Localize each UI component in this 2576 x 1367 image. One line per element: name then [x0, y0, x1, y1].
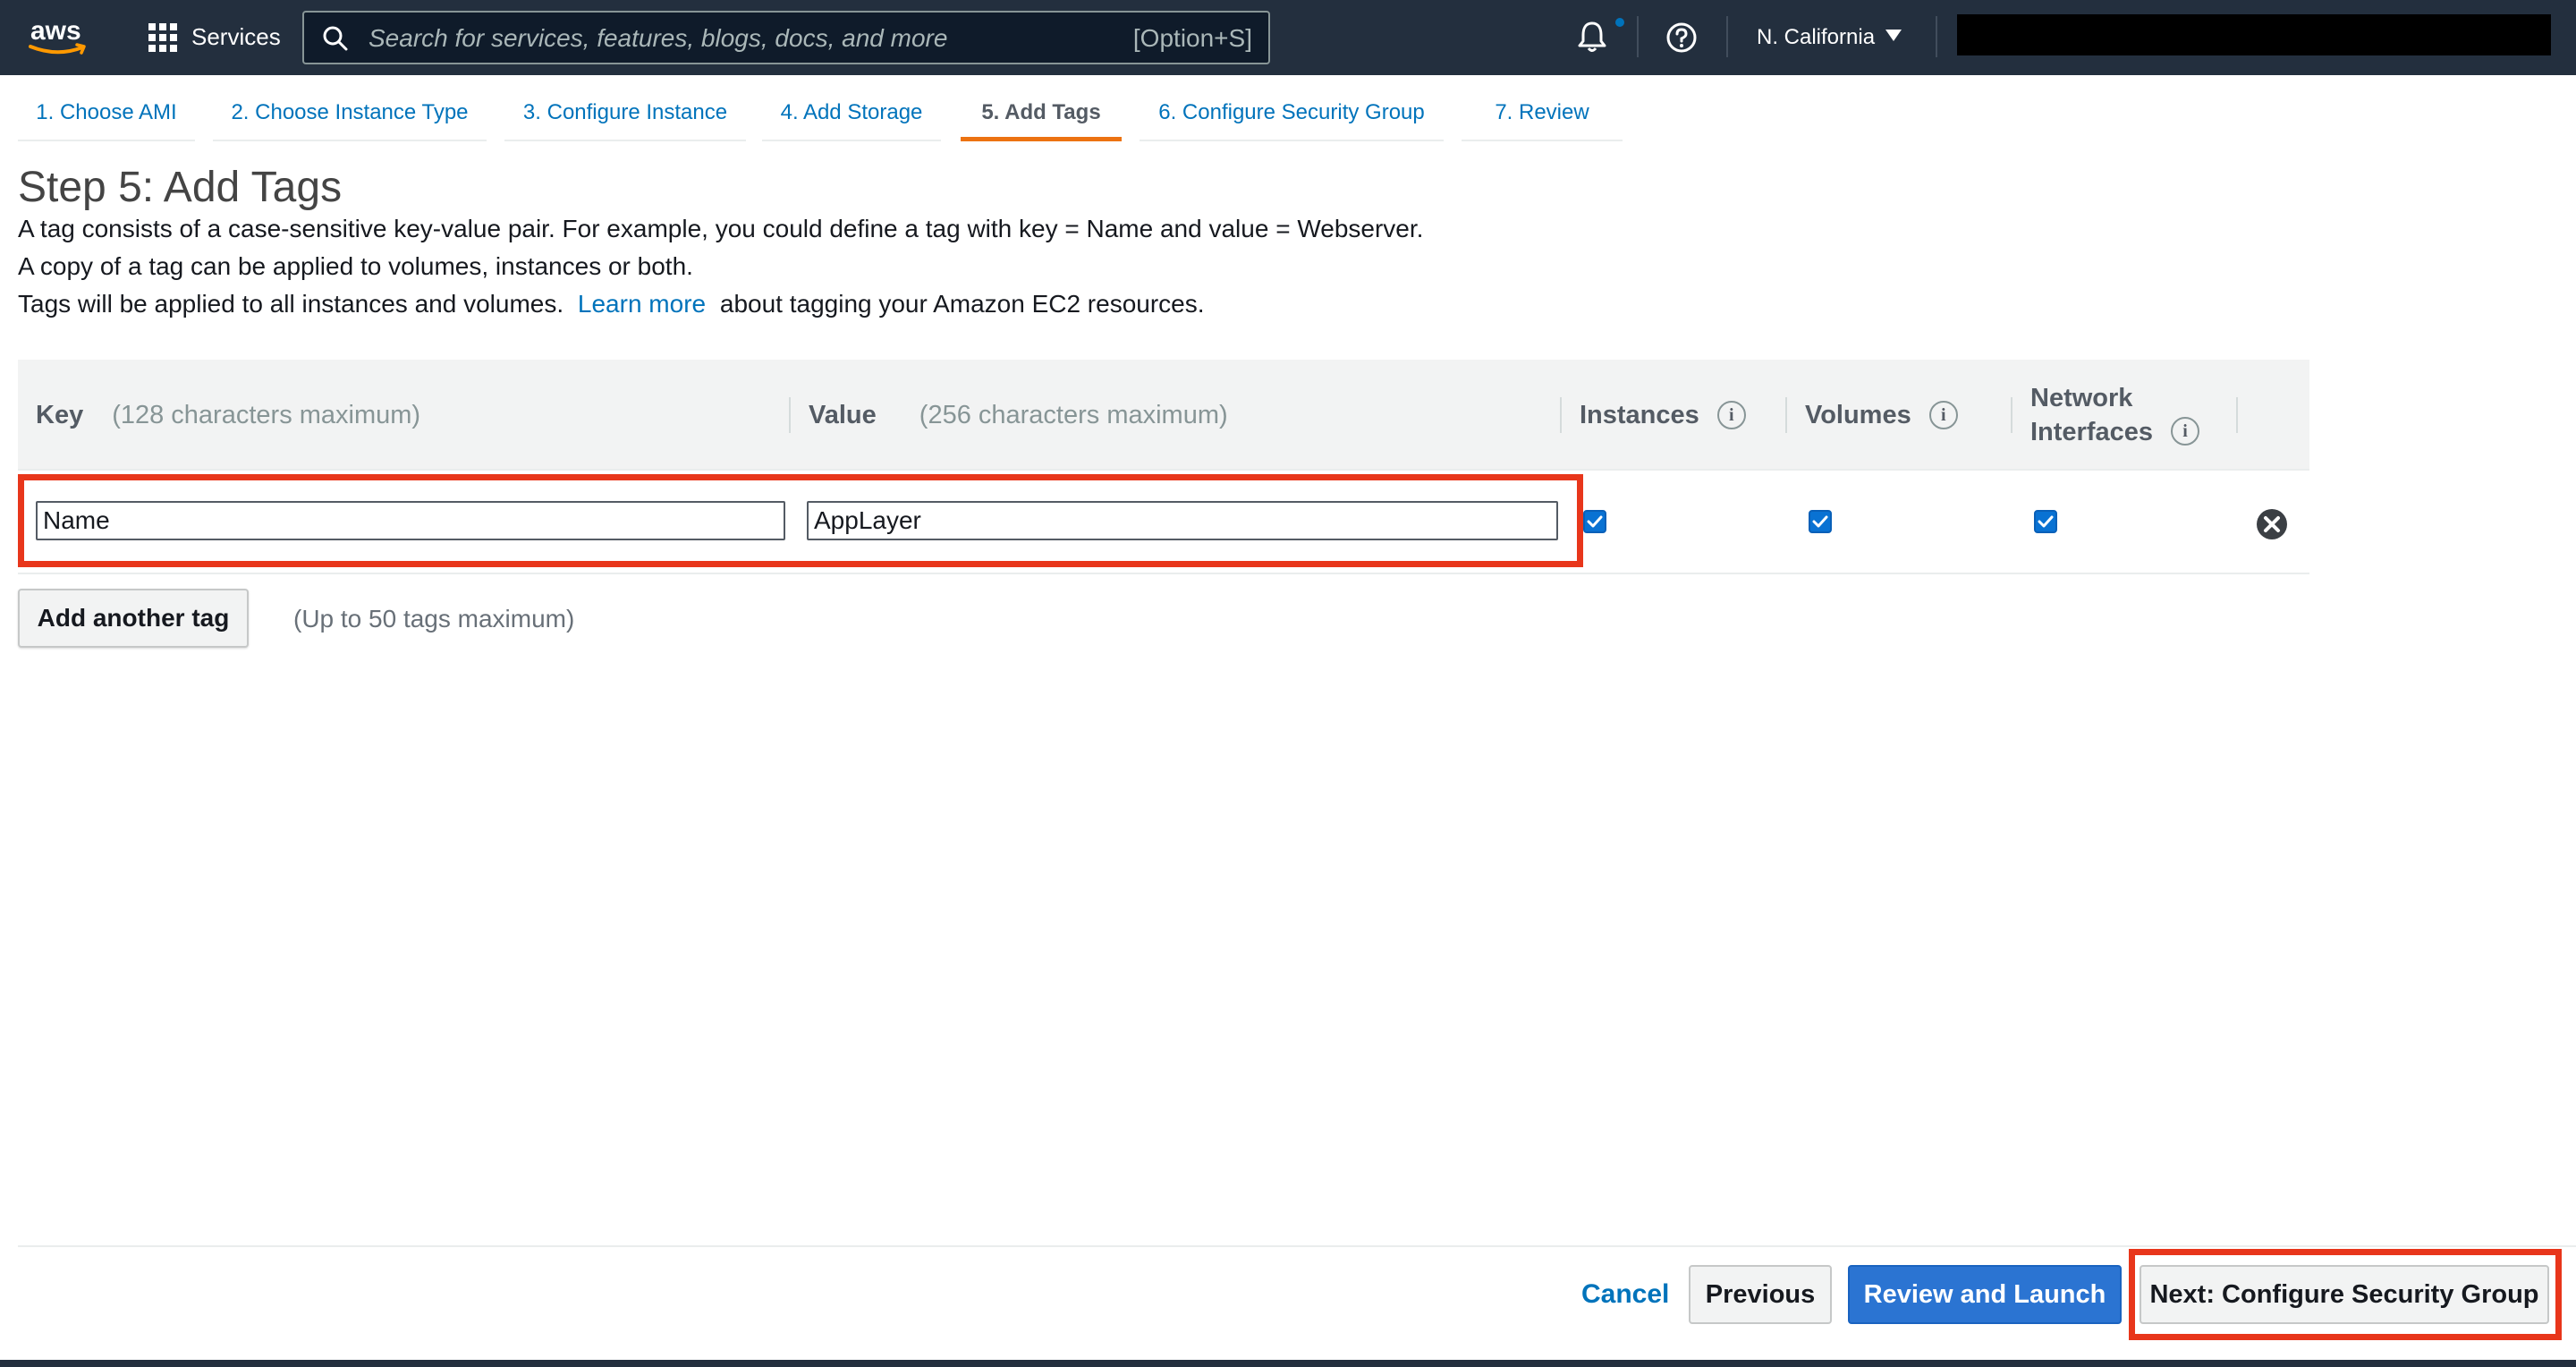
description-line-1: A tag consists of a case-sensitive key-v…: [18, 215, 1424, 242]
account-menu-redacted[interactable]: [1957, 14, 2551, 55]
grid-icon[interactable]: [148, 23, 177, 52]
instances-checkbox[interactable]: [1583, 510, 1606, 533]
tab-configure-security-group[interactable]: 6. Configure Security Group: [1140, 75, 1444, 141]
network-interfaces-checkbox[interactable]: [2034, 510, 2057, 533]
column-divider: [1560, 397, 1562, 433]
tags-table-header: Key (128 characters maximum) Value (256 …: [18, 360, 2309, 471]
services-menu-button[interactable]: Services: [191, 21, 281, 52]
network-interfaces-column-header: Network Interfaces i: [2030, 360, 2200, 471]
nav-divider: [1936, 16, 1937, 57]
footer-divider: [18, 1245, 2576, 1247]
key-header-label: Key: [36, 400, 84, 429]
cancel-link[interactable]: Cancel: [1581, 1279, 1669, 1310]
column-divider: [2011, 397, 2012, 433]
region-selector[interactable]: N. California: [1757, 23, 1902, 52]
checkmark-icon: [2038, 515, 2054, 528]
search-placeholder: Search for services, features, blogs, do…: [369, 24, 948, 52]
search-input[interactable]: Search for services, features, blogs, do…: [302, 11, 1270, 64]
search-shortcut-hint: [Option+S]: [1132, 24, 1252, 52]
volumes-column-header: Volumes i: [1805, 360, 1958, 471]
value-header-label: Value: [809, 400, 877, 429]
network-interfaces-header-label: Network Interfaces: [2030, 381, 2153, 449]
column-divider: [1785, 397, 1787, 433]
value-header-hint: (256 characters maximum): [919, 400, 1228, 429]
column-divider: [789, 397, 791, 433]
checkmark-icon: [1587, 515, 1603, 528]
notification-dot: [1615, 18, 1624, 27]
bell-icon[interactable]: [1576, 20, 1608, 54]
tab-add-tags[interactable]: 5. Add Tags: [961, 75, 1122, 141]
aws-smile-icon: [29, 43, 86, 55]
add-another-tag-button[interactable]: Add another tag: [18, 589, 249, 648]
checkmark-icon: [1812, 515, 1828, 528]
info-icon[interactable]: i: [1716, 401, 1746, 429]
tags-max-note: (Up to 50 tags maximum): [293, 605, 575, 633]
description-line-3-start: Tags will be applied to all instances an…: [18, 290, 564, 318]
tab-choose-ami[interactable]: 1. Choose AMI: [18, 75, 195, 141]
page-title: Step 5: Add Tags: [18, 164, 343, 211]
bottom-bar: [0, 1360, 2576, 1367]
highlight-box-next-button: [2129, 1249, 2562, 1340]
wizard-steps: 1. Choose AMI 2. Choose Instance Type 3.…: [0, 75, 2576, 143]
remove-tag-icon[interactable]: [2254, 506, 2290, 542]
description-line-3-end: about tagging your Amazon EC2 resources.: [719, 290, 1205, 318]
instances-header-label: Instances: [1580, 400, 1699, 429]
description-line-3: Tags will be applied to all instances an…: [18, 288, 1205, 320]
value-column-header: Value (256 characters maximum): [809, 360, 1228, 471]
tab-add-storage[interactable]: 4. Add Storage: [762, 75, 941, 141]
previous-button[interactable]: Previous: [1689, 1265, 1832, 1324]
info-icon[interactable]: i: [2171, 417, 2200, 446]
tab-review[interactable]: 7. Review: [1462, 75, 1623, 141]
description-line-2: A copy of a tag can be applied to volume…: [18, 252, 693, 280]
volumes-header-label: Volumes: [1805, 400, 1911, 429]
nav-divider: [1637, 16, 1639, 57]
learn-more-link[interactable]: Learn more: [578, 290, 706, 318]
highlight-box-tag-row: [18, 474, 1583, 567]
network-header-line-2: Interfaces: [2030, 418, 2154, 446]
top-navigation-bar: aws Services Search for services, featur…: [0, 0, 2576, 75]
info-icon[interactable]: i: [1928, 401, 1958, 429]
aws-logo[interactable]: aws: [27, 13, 95, 59]
region-label: N. California: [1757, 25, 1876, 49]
key-header-hint: (128 characters maximum): [112, 400, 421, 429]
nav-divider: [1726, 16, 1728, 57]
key-column-header: Key (128 characters maximum): [36, 360, 420, 471]
help-icon[interactable]: [1665, 21, 1698, 54]
search-icon: [323, 26, 348, 51]
caret-down-icon: [1885, 30, 1902, 41]
review-and-launch-button[interactable]: Review and Launch: [1848, 1265, 2122, 1324]
column-divider: [2236, 397, 2238, 433]
volumes-checkbox[interactable]: [1809, 510, 1832, 533]
instances-column-header: Instances i: [1580, 360, 1746, 471]
tab-configure-instance[interactable]: 3. Configure Instance: [504, 75, 746, 141]
network-header-line-1: Network: [2030, 384, 2133, 412]
tab-choose-instance-type[interactable]: 2. Choose Instance Type: [213, 75, 487, 141]
aws-logo-text: aws: [30, 16, 81, 46]
